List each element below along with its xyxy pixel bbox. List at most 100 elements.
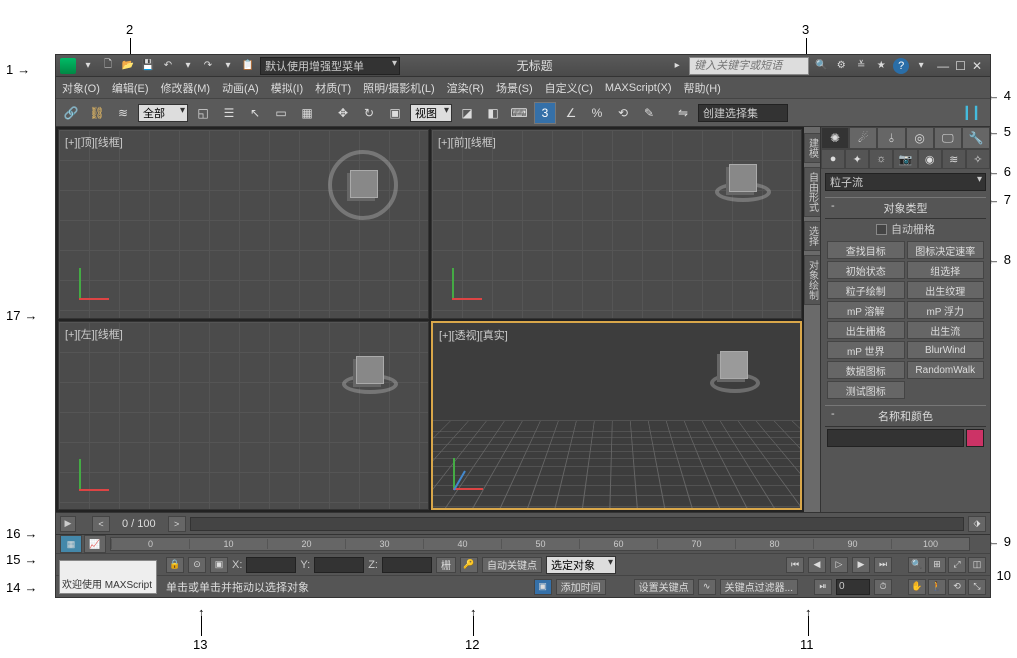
btn-randomwalk[interactable]: RandomWalk bbox=[907, 361, 985, 379]
fov-icon[interactable]: ◫ bbox=[968, 557, 986, 573]
bind-icon[interactable]: ≋ bbox=[112, 102, 134, 124]
autogrid-row[interactable]: 自动栅格 bbox=[825, 219, 986, 239]
menu-render[interactable]: 渲染(R) bbox=[447, 80, 484, 96]
move-icon[interactable]: ✥ bbox=[332, 102, 354, 124]
selection-filter-dropdown[interactable]: 全部 bbox=[138, 104, 188, 122]
viewport-perspective[interactable]: [+][透视][真实] bbox=[431, 321, 802, 511]
btn-particle-paint[interactable]: 粒子绘制 bbox=[827, 281, 905, 299]
viewcube[interactable] bbox=[356, 356, 384, 384]
ref-coord-dropdown[interactable]: 视图 bbox=[410, 104, 452, 122]
btn-blurwind[interactable]: BlurWind bbox=[907, 341, 985, 359]
angle-snap-icon[interactable]: ∠ bbox=[560, 102, 582, 124]
max-toggle-icon[interactable]: ⤡ bbox=[968, 579, 986, 595]
lock-icon[interactable]: 🔒 bbox=[166, 557, 184, 573]
pan-icon[interactable]: ✋ bbox=[908, 579, 926, 595]
viewport-front[interactable]: [+][前][线框] bbox=[431, 129, 802, 319]
menu-animation[interactable]: 动画(A) bbox=[222, 80, 259, 96]
vtab-modeling[interactable]: 建模 bbox=[804, 133, 821, 163]
redo-dd-icon[interactable]: ▾ bbox=[220, 58, 236, 74]
toggle-ribbon-icon[interactable]: ▎▎ bbox=[964, 102, 986, 124]
vtab-selection[interactable]: 选择 bbox=[804, 221, 821, 251]
btn-icon-rate[interactable]: 图标决定速率 bbox=[907, 241, 985, 259]
viewport-top[interactable]: [+][顶][线框] bbox=[58, 129, 429, 319]
edit-named-icon[interactable]: ✎ bbox=[638, 102, 660, 124]
cat-geometry[interactable]: ● bbox=[821, 149, 845, 169]
abs-icon[interactable]: ▣ bbox=[210, 557, 228, 573]
redo-icon[interactable]: ↷ bbox=[200, 58, 216, 74]
x-input[interactable] bbox=[246, 557, 296, 573]
tab-modify[interactable]: ☄ bbox=[849, 127, 877, 149]
cat-systems[interactable]: ✧ bbox=[966, 149, 990, 169]
zoom-ext-icon[interactable]: ⤢ bbox=[948, 557, 966, 573]
btn-group-select[interactable]: 组选择 bbox=[907, 261, 985, 279]
viewport-left[interactable]: [+][左][线框] bbox=[58, 321, 429, 511]
menu-material[interactable]: 材质(T) bbox=[315, 80, 351, 96]
rotate-icon[interactable]: ↻ bbox=[358, 102, 380, 124]
layout-icon[interactable]: ▦ bbox=[60, 535, 82, 553]
btn-data-icon[interactable]: 数据图标 bbox=[827, 361, 905, 379]
viewcube[interactable] bbox=[350, 170, 378, 198]
menu-maxscript[interactable]: MAXScript(X) bbox=[605, 82, 672, 94]
walk-icon[interactable]: 🚶 bbox=[928, 579, 946, 595]
dropdown-icon[interactable]: ▾ bbox=[80, 58, 96, 74]
addtime-button[interactable]: 添加时间 bbox=[556, 579, 606, 595]
cursor-icon[interactable]: ↖ bbox=[244, 102, 266, 124]
help-dd-icon[interactable]: ▾ bbox=[913, 58, 929, 74]
viewport-label[interactable]: [+][左][线框] bbox=[65, 326, 123, 342]
key-filters-button[interactable]: 关键点过滤器... bbox=[720, 579, 798, 595]
script-listener-icon[interactable]: ▣ bbox=[534, 579, 552, 595]
viewcube[interactable] bbox=[729, 164, 757, 192]
select-name-icon[interactable]: ☰ bbox=[218, 102, 240, 124]
goto-start-icon[interactable]: ⏮ bbox=[786, 557, 804, 573]
mirror-icon[interactable]: ⇋ bbox=[672, 102, 694, 124]
cat-cameras[interactable]: 📷 bbox=[893, 149, 917, 169]
key-mode-icon[interactable]: ∿ bbox=[698, 579, 716, 595]
tab-motion[interactable]: ◎ bbox=[906, 127, 934, 149]
btn-birth-grid[interactable]: 出生栅格 bbox=[827, 321, 905, 339]
menu-scene[interactable]: 场景(S) bbox=[496, 80, 533, 96]
help-icon[interactable]: ? bbox=[893, 58, 909, 74]
prev-frame-icon[interactable]: ◀ bbox=[808, 557, 826, 573]
orbit-icon[interactable]: ⟲ bbox=[948, 579, 966, 595]
rollout-object-type[interactable]: 对象类型 bbox=[825, 197, 986, 219]
btn-mp-world[interactable]: mP 世界 bbox=[827, 341, 905, 359]
btn-birth-texture[interactable]: 出生纹理 bbox=[907, 281, 985, 299]
unlink-icon[interactable]: ⛓ bbox=[86, 102, 108, 124]
setkey-button[interactable]: 设置关键点 bbox=[634, 579, 694, 595]
autogrid-checkbox[interactable] bbox=[876, 224, 887, 235]
select-icon[interactable]: ◱ bbox=[192, 102, 214, 124]
btn-birth-stream[interactable]: 出生流 bbox=[907, 321, 985, 339]
cat-shapes[interactable]: ✦ bbox=[845, 149, 869, 169]
keyboard-icon[interactable]: ⌨ bbox=[508, 102, 530, 124]
maximize-button[interactable]: ☐ bbox=[955, 59, 966, 73]
btn-mp-dissolve[interactable]: mP 溶解 bbox=[827, 301, 905, 319]
tab-create[interactable]: ✺ bbox=[821, 127, 849, 149]
snap-toggle[interactable]: 3 bbox=[534, 102, 556, 124]
workspace-dropdown[interactable]: 默认使用增强型菜单 bbox=[260, 57, 400, 75]
trackview-icon[interactable]: 📈 bbox=[84, 535, 106, 553]
z-input[interactable] bbox=[382, 557, 432, 573]
cat-helpers[interactable]: ◉ bbox=[918, 149, 942, 169]
comm-icon[interactable]: ⚙ bbox=[833, 58, 849, 74]
viewport-label[interactable]: [+][顶][线框] bbox=[65, 134, 123, 150]
btn-find-target[interactable]: 查找目标 bbox=[827, 241, 905, 259]
spinner-snap-icon[interactable]: ⟲ bbox=[612, 102, 634, 124]
time-slider-track[interactable] bbox=[190, 517, 964, 531]
menu-customize[interactable]: 自定义(C) bbox=[545, 80, 593, 96]
viewport-label[interactable]: [+][透视][真实] bbox=[439, 327, 508, 343]
save-icon[interactable]: 💾 bbox=[140, 58, 156, 74]
exchange-icon[interactable]: ≚ bbox=[853, 58, 869, 74]
play-icon[interactable]: ▷ bbox=[830, 557, 848, 573]
close-button[interactable]: ✕ bbox=[972, 59, 982, 73]
search-input[interactable] bbox=[689, 57, 809, 75]
next-frame-icon[interactable]: ▶ bbox=[852, 557, 870, 573]
favorite-icon[interactable]: ★ bbox=[873, 58, 889, 74]
vtab-freeform[interactable]: 自由形式 bbox=[804, 167, 821, 217]
zoom-icon[interactable]: 🔍 bbox=[908, 557, 926, 573]
new-icon[interactable]: 🗋 bbox=[100, 58, 116, 74]
mini-curve-icon[interactable]: ▶ bbox=[60, 516, 76, 532]
tab-display[interactable]: 🖵 bbox=[934, 127, 962, 149]
rollout-name-color[interactable]: 名称和颜色 bbox=[825, 405, 986, 427]
key-target-dropdown[interactable]: 选定对象 bbox=[546, 556, 616, 574]
goto-end-icon[interactable]: ⏭ bbox=[874, 557, 892, 573]
